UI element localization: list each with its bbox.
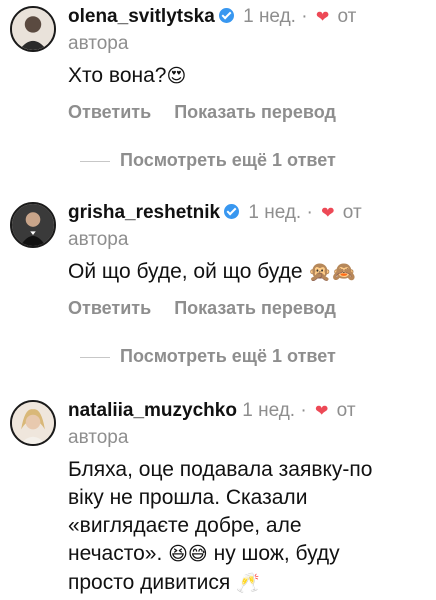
heart-icon: ❤ <box>314 403 329 420</box>
heart-icon: ❤ <box>315 9 330 26</box>
comment-actions: Ответить Показать перевод <box>68 102 354 123</box>
view-replies-button[interactable]: Посмотреть ещё 1 ответ <box>80 150 336 171</box>
timestamp: 1 нед. <box>243 6 296 27</box>
reply-button[interactable]: Ответить <box>68 102 151 122</box>
view-replies-button[interactable]: Посмотреть ещё 1 ответ <box>80 346 336 367</box>
heart-icon: ❤ <box>321 205 335 222</box>
comment-meta: olena_svitlytska 1 нед. · ❤ от автора <box>68 6 357 54</box>
verified-badge-icon <box>218 8 234 23</box>
divider <box>80 356 110 358</box>
timestamp: 1 нед. <box>242 400 296 421</box>
avatar[interactable] <box>10 6 56 52</box>
comment-meta: grisha_reshetnik 1 нед. · ❤ от автора <box>68 202 362 250</box>
comment-actions: Ответить Показать перевод <box>68 298 354 319</box>
username[interactable]: olena_svitlytska <box>68 6 215 27</box>
comment-text: Хто вона?😍 <box>68 64 187 87</box>
comment-text: Бляха, оце подавала заявку-по віку не пр… <box>68 458 373 594</box>
timestamp: 1 нед. <box>248 202 302 223</box>
username[interactable]: grisha_reshetnik <box>68 202 220 223</box>
comment-text: Ой що буде, ой що буде 🙊🙈 <box>68 260 356 283</box>
divider <box>80 160 110 162</box>
show-translation-button[interactable]: Показать перевод <box>174 298 336 318</box>
verified-badge-icon <box>224 204 240 219</box>
comment-meta: nataliia_muzychko 1 нед. · ❤ от автора <box>68 400 356 448</box>
reply-button[interactable]: Ответить <box>68 298 151 318</box>
username[interactable]: nataliia_muzychko <box>68 400 237 421</box>
show-translation-button[interactable]: Показать перевод <box>174 102 336 122</box>
avatar[interactable] <box>10 202 56 248</box>
avatar[interactable] <box>10 400 56 446</box>
